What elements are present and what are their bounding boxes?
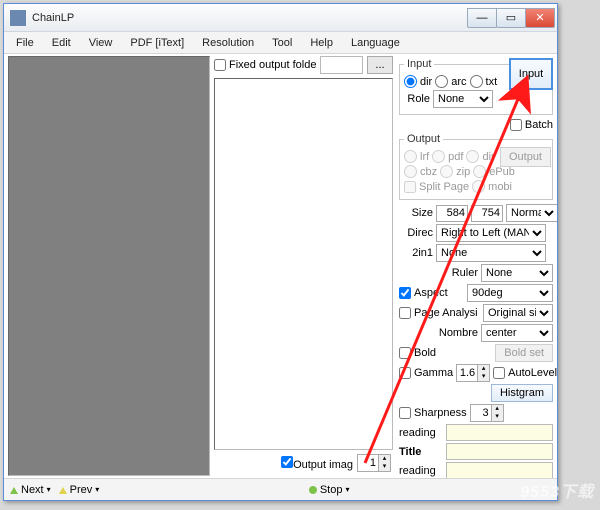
statusbar: Next▾ Prev▾ Stop▾ [4,478,557,500]
fixed-output-path[interactable] [320,56,363,74]
fixed-output-checkbox[interactable]: Fixed output folde [214,59,316,71]
input-dir-radio[interactable]: dir [404,75,432,88]
menu-view[interactable]: View [81,35,121,51]
reading2-label: reading [399,465,443,477]
menu-help[interactable]: Help [302,35,341,51]
size-mode-select[interactable]: Normal [506,204,557,222]
thumbnail-list[interactable] [8,56,210,476]
twoin1-label: 2in1 [399,247,433,259]
output-image-checkbox[interactable]: Output imag [281,456,353,471]
next-pager[interactable]: Next▾ [10,484,51,496]
menu-edit[interactable]: Edit [44,35,79,51]
maximize-button[interactable]: ▭ [496,8,526,28]
output-button: Output [500,147,551,167]
input-legend: Input [404,58,434,70]
aspect-checkbox[interactable]: Aspect [399,287,448,299]
browse-button[interactable]: ... [367,56,393,74]
preview-area [214,78,393,450]
right-panel: Input Input dir arc txt Role None Batch … [397,54,557,478]
close-button[interactable]: ✕ [525,8,555,28]
app-window: ChainLP — ▭ ✕ File Edit View PDF [iText]… [3,3,558,501]
prev-pager[interactable]: Prev▾ [59,484,100,496]
stop-pager[interactable]: Stop▾ [309,484,350,496]
size-width[interactable] [436,205,468,222]
page-analysis-select[interactable]: Original size [483,304,553,322]
input-button[interactable]: Input [509,58,553,90]
menu-resolution[interactable]: Resolution [194,35,262,51]
bold-set-button: Bold set [495,344,553,362]
menu-tool[interactable]: Tool [264,35,300,51]
ruler-label: Ruler [452,267,478,279]
direc-select[interactable]: Right to Left (MANGA) [436,224,546,242]
bold-checkbox[interactable]: Bold [399,347,436,359]
histgram-button[interactable]: Histgram [491,384,553,402]
input-txt-radio[interactable]: txt [470,75,498,88]
output-group: Output lrf pdf dir Output cbz zip ePub S… [399,133,553,200]
reading1-field[interactable] [446,424,553,441]
menu-file[interactable]: File [8,35,42,51]
titlebar[interactable]: ChainLP — ▭ ✕ [4,4,557,32]
reading1-label: reading [399,427,443,439]
page-analysis-checkbox[interactable]: Page Analysi [399,307,478,319]
content-area: Fixed output folde ... Output imag ▴▾ In… [4,54,557,478]
window-title: ChainLP [32,12,468,24]
watermark: 9553下载 [520,478,594,502]
menubar: File Edit View PDF [iText] Resolution To… [4,32,557,54]
app-icon [10,10,26,26]
reading2-field[interactable] [446,462,553,478]
menu-pdf[interactable]: PDF [iText] [122,35,192,51]
size-height[interactable] [471,205,503,222]
nombre-select[interactable]: center [481,324,553,342]
batch-checkbox[interactable]: Batch [510,119,553,131]
ruler-select[interactable]: None [481,264,553,282]
minimize-button[interactable]: — [467,8,497,28]
gamma-value[interactable]: ▴▾ [456,364,490,382]
output-legend: Output [404,133,443,145]
sharpness-value[interactable]: ▴▾ [470,404,504,422]
twoin1-select[interactable]: None [436,244,546,262]
size-label: Size [399,207,433,219]
gamma-checkbox[interactable]: Gamma [399,367,453,379]
middle-pane: Fixed output folde ... Output imag ▴▾ [210,54,397,478]
title-field[interactable] [446,443,553,460]
output-image-index[interactable]: ▴▾ [357,454,391,472]
sharpness-checkbox[interactable]: Sharpness [399,407,467,419]
title-label: Title [399,446,443,458]
menu-language[interactable]: Language [343,35,408,51]
input-arc-radio[interactable]: arc [435,75,466,88]
aspect-select[interactable]: 90deg [467,284,553,302]
role-label: Role [404,93,430,105]
direc-label: Direc [399,227,433,239]
nombre-label: Nombre [439,327,478,339]
autolevel-checkbox[interactable]: AutoLevel [493,367,557,379]
role-select[interactable]: None [433,90,493,108]
